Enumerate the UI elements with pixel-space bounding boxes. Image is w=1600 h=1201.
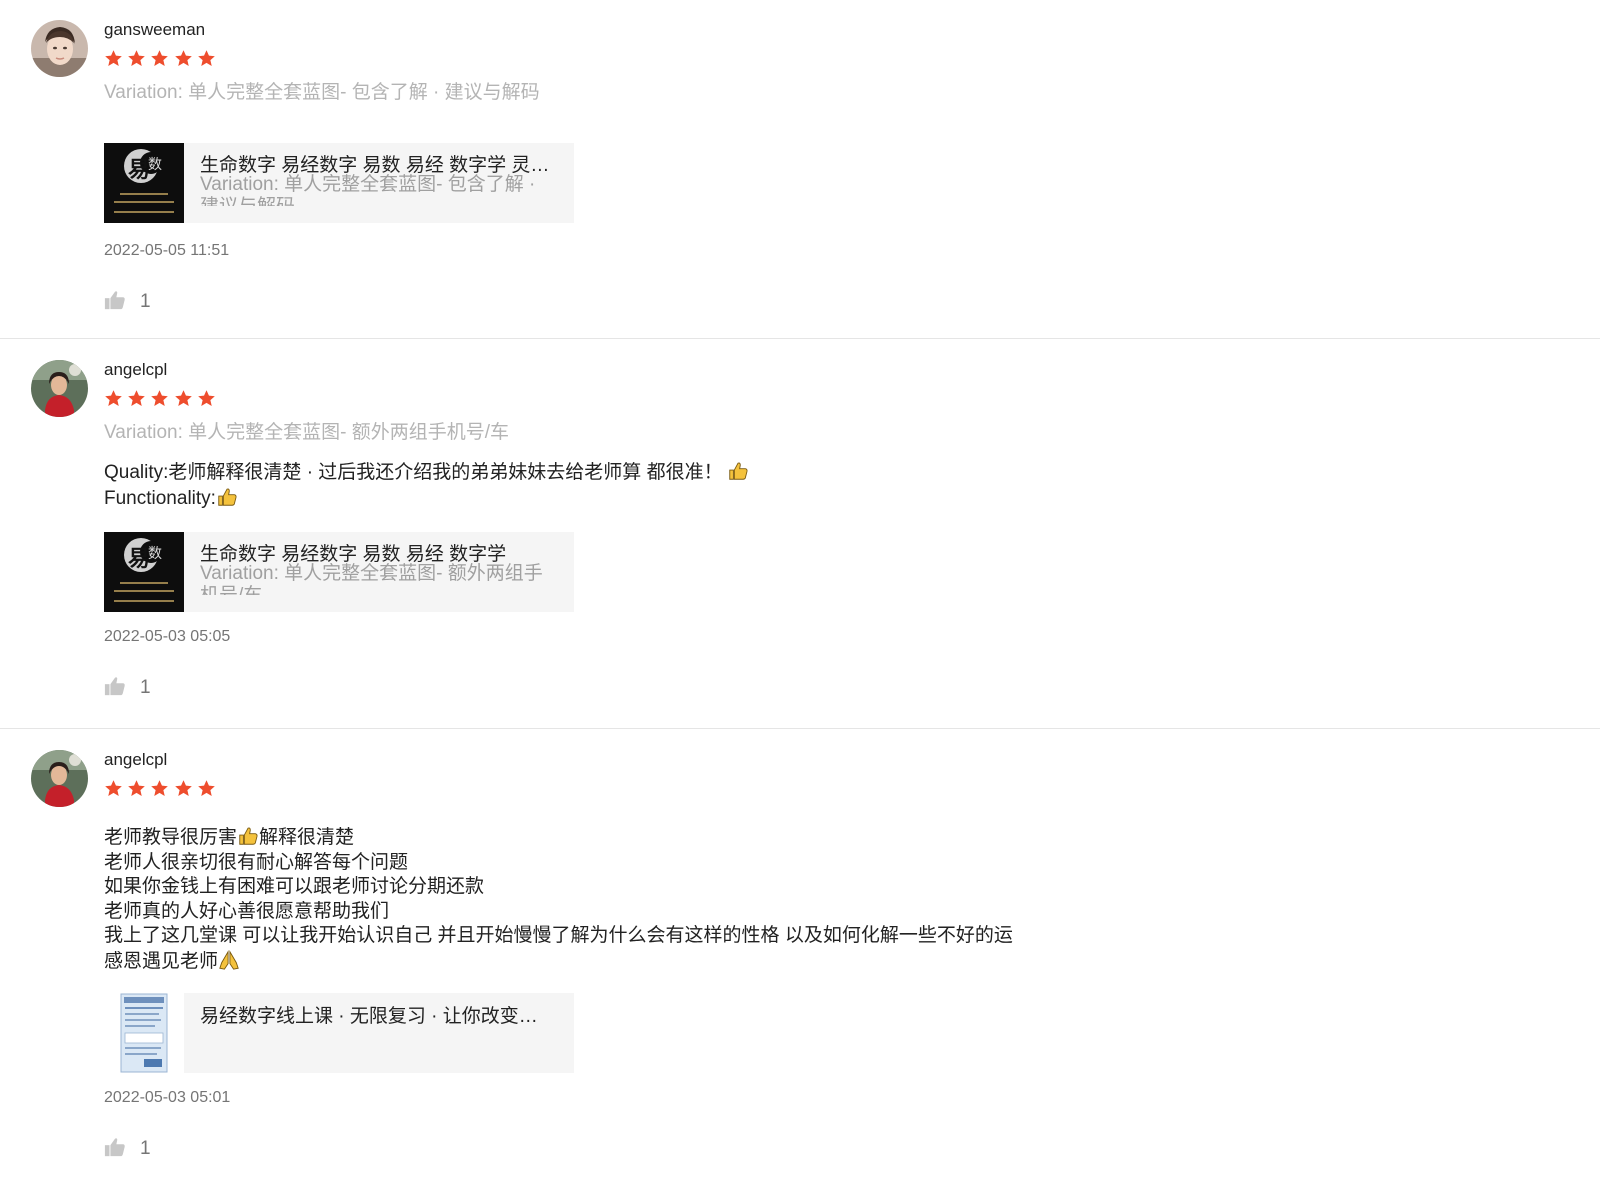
star-icon bbox=[128, 390, 145, 407]
like-count: 1 bbox=[140, 677, 151, 698]
comment-line: 感恩遇见老师 bbox=[104, 949, 1013, 975]
comment-line: 老师教导很厉害 解释很清楚 bbox=[104, 827, 355, 848]
star-icon bbox=[174, 390, 192, 407]
svg-text:易: 易 bbox=[128, 546, 150, 572]
avatar[interactable] bbox=[31, 20, 88, 77]
review-item: angelcpl 老师教导很厉害 解释很清楚 老师人很亲切很有耐心解答每个问题 如… bbox=[0, 730, 1600, 1201]
star-icon bbox=[128, 780, 145, 797]
star-rating bbox=[104, 389, 220, 411]
product-card[interactable]: 易经数字线上课 · 无限复习 · 让你改变人生 bbox=[104, 993, 574, 1073]
thumbs-up-emoji-icon bbox=[728, 462, 748, 480]
star-icon bbox=[197, 50, 215, 67]
review-timestamp: 2022-05-03 05:05 bbox=[104, 628, 231, 645]
comment-line: 老师人很亲切很有耐心解答每个问题 bbox=[104, 851, 409, 873]
review-comment: 老师教导很厉害 解释很清楚 老师人很亲切很有耐心解答每个问题 如果你金钱上有困难可… bbox=[104, 825, 1013, 974]
purchased-variation: Variation: 单人完整全套蓝图- 包含了解 · 建议与解码 bbox=[104, 82, 540, 103]
product-card[interactable]: 易 数 生命数字 易经数字 易数 易经 数字学 灵数 生命数字 Variatio… bbox=[104, 143, 574, 223]
star-icon bbox=[174, 50, 192, 67]
thumbs-up-icon[interactable] bbox=[104, 289, 126, 311]
thumbs-up-emoji-icon bbox=[239, 827, 258, 845]
review-item: angelcpl Variation: 单人完整全套蓝图- 额外两组手机号/车 … bbox=[0, 340, 1600, 728]
divider bbox=[0, 728, 1600, 729]
svg-text:数: 数 bbox=[148, 546, 162, 562]
divider bbox=[0, 338, 1600, 339]
folded-hands-emoji-icon bbox=[219, 949, 239, 970]
star-icon bbox=[197, 390, 215, 407]
svg-text:易: 易 bbox=[128, 157, 150, 183]
star-icon bbox=[105, 390, 122, 407]
star-icon bbox=[128, 50, 145, 67]
thumbs-up-icon[interactable] bbox=[104, 675, 126, 697]
product-variation: Variation: 单人完整全套蓝图- 包含了解 · 建议与解码 bbox=[200, 174, 536, 206]
yijing-logo-thumbnail: 易 数 bbox=[104, 532, 184, 612]
comment-line: Functionality: bbox=[104, 486, 749, 512]
star-icon bbox=[174, 780, 192, 797]
star-icon bbox=[151, 390, 169, 407]
like-count: 1 bbox=[140, 1138, 151, 1159]
star-icon bbox=[151, 50, 169, 67]
thumbs-up-icon[interactable] bbox=[104, 1136, 126, 1158]
star-icon bbox=[105, 780, 122, 797]
course-flyer-thumbnail bbox=[104, 993, 184, 1073]
comment-line: Quality:老师解释很清楚 · 过后我还介绍我的弟弟妹妹去给老师算 都很准！ bbox=[104, 460, 749, 486]
reviewer-username[interactable]: gansweeman bbox=[104, 20, 205, 40]
star-icon bbox=[197, 780, 215, 797]
review-timestamp: 2022-05-05 11:51 bbox=[104, 242, 230, 259]
review-timestamp: 2022-05-03 05:01 bbox=[104, 1089, 231, 1106]
avatar[interactable] bbox=[31, 360, 88, 417]
review-item: gansweeman Variation: 单人完整全套蓝图- 包含了解 · 建… bbox=[0, 0, 1600, 338]
star-icon bbox=[105, 50, 122, 67]
svg-text:数: 数 bbox=[148, 157, 162, 173]
reviewer-username[interactable]: angelcpl bbox=[104, 750, 167, 770]
reviewer-username[interactable]: angelcpl bbox=[104, 360, 167, 380]
thumbs-up-emoji-icon bbox=[218, 488, 237, 506]
star-rating bbox=[104, 49, 220, 71]
review-comment: Quality:老师解释很清楚 · 过后我还介绍我的弟弟妹妹去给老师算 都很准！… bbox=[104, 460, 749, 511]
avatar[interactable] bbox=[31, 750, 88, 807]
like-count: 1 bbox=[140, 291, 151, 312]
product-variation: Variation: 单人完整全套蓝图- 额外两组手机号/车 bbox=[200, 563, 543, 595]
product-title: 易经数字线上课 · 无限复习 · 让你改变人生 bbox=[200, 1006, 550, 1027]
star-rating bbox=[104, 779, 220, 801]
comment-line: 老师真的人好心善很愿意帮助我们 bbox=[104, 900, 390, 922]
star-icon bbox=[151, 780, 169, 797]
product-card[interactable]: 易 数 生命数字 易经数字 易数 易经 数字学 Variation: 单人完整全… bbox=[104, 532, 574, 612]
purchased-variation: Variation: 单人完整全套蓝图- 额外两组手机号/车 bbox=[104, 422, 510, 443]
comment-line: 我上了这几堂课 可以让我开始认识自己 并且开始慢慢了解为什么会有这样的性格 以及… bbox=[104, 925, 1013, 946]
yijing-logo-thumbnail: 易 数 bbox=[104, 143, 184, 223]
comment-line: 如果你金钱上有困难可以跟老师讨论分期还款 bbox=[104, 876, 485, 897]
